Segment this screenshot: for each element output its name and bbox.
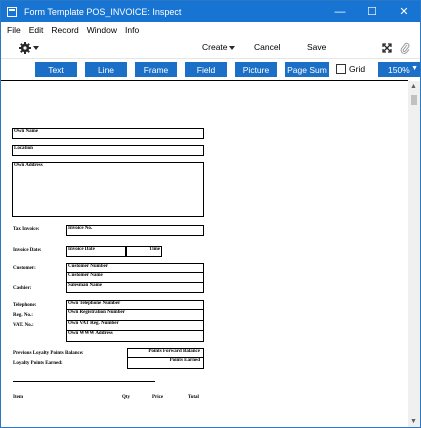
- reg-no-label: Reg. No.:: [13, 313, 33, 318]
- create-chevron-icon[interactable]: [229, 46, 235, 50]
- invoice-date-field[interactable]: Invoice Date: [66, 246, 126, 257]
- frame-button[interactable]: Frame: [135, 62, 177, 77]
- cancel-button[interactable]: Cancel: [254, 42, 280, 52]
- menu-window[interactable]: Window: [87, 25, 117, 35]
- time-field[interactable]: Time: [126, 246, 162, 257]
- window-app-icon: [7, 6, 17, 17]
- expand-icon[interactable]: [382, 43, 392, 53]
- own-www-field[interactable]: Own WWW Address: [66, 331, 204, 342]
- customer-label: Customer:: [13, 266, 36, 271]
- insert-bar: Text Line Frame Field Picture Page Sum G…: [1, 59, 420, 80]
- points-forward-field[interactable]: Points Forward Balance: [127, 348, 204, 358]
- scroll-down-icon[interactable]: ▼: [410, 418, 417, 425]
- customer-name-field[interactable]: Customer Name: [66, 273, 204, 283]
- template-canvas[interactable]: Own Name Location Own Address Tax Invoic…: [1, 80, 408, 427]
- points-earned-field[interactable]: Points Earned: [127, 358, 204, 369]
- menu-record[interactable]: Record: [51, 25, 78, 35]
- loyalty-earned-label: Loyalty Points Earned:: [13, 361, 63, 366]
- tax-invoice-label: Tax Invoice:: [13, 227, 40, 232]
- separator-line[interactable]: [13, 381, 155, 382]
- own-name-field[interactable]: Own Name: [12, 128, 204, 139]
- cashier-label: Cashier:: [13, 286, 32, 291]
- column-total-header: Total: [188, 395, 199, 400]
- form-template-window: Form Template POS_INVOICE: Inspect — ☐ ✕…: [0, 0, 421, 428]
- text-button[interactable]: Text: [35, 62, 77, 77]
- gear-icon[interactable]: [18, 41, 32, 55]
- toolbar: Create Cancel Save: [1, 37, 420, 59]
- zoom-value: 150%: [388, 64, 410, 75]
- picture-button[interactable]: Picture: [235, 62, 277, 77]
- zoom-select[interactable]: 150% ▼: [378, 62, 420, 77]
- maximize-button[interactable]: ☐: [356, 1, 388, 22]
- menu-bar: File Edit Record Window Info: [1, 22, 420, 37]
- grid-checkbox[interactable]: [336, 64, 346, 74]
- scroll-up-icon[interactable]: ▲: [410, 83, 417, 90]
- column-price-header: Price: [152, 395, 164, 400]
- window-title: Form Template POS_INVOICE: Inspect: [24, 6, 182, 17]
- chevron-down-icon: ▼: [411, 65, 418, 72]
- attachment-icon[interactable]: [400, 42, 410, 54]
- own-telephone-field[interactable]: Own Telephone Number: [66, 300, 204, 310]
- invoice-no-field[interactable]: Invoice No.: [66, 225, 204, 236]
- location-field[interactable]: Location: [12, 145, 204, 156]
- menu-edit[interactable]: Edit: [29, 25, 44, 35]
- close-button[interactable]: ✕: [388, 1, 420, 22]
- page-sum-button[interactable]: Page Sum: [285, 62, 329, 77]
- telephone-label: Telephone:: [13, 303, 37, 308]
- column-item-header: Item: [13, 395, 23, 400]
- field-button[interactable]: Field: [185, 62, 227, 77]
- menu-file[interactable]: File: [7, 25, 21, 35]
- save-button[interactable]: Save: [307, 42, 326, 52]
- vertical-scrollbar[interactable]: ▲ ▼: [408, 81, 420, 427]
- menu-info[interactable]: Info: [125, 25, 139, 35]
- salesman-name-field[interactable]: Salesman Name: [66, 283, 204, 293]
- own-vat-field[interactable]: Own VAT Reg. Number: [66, 321, 204, 331]
- column-qty-header: Qty: [122, 395, 131, 400]
- title-bar: Form Template POS_INVOICE: Inspect — ☐ ✕: [1, 1, 420, 22]
- grid-label: Grid: [349, 64, 366, 74]
- invoice-date-label: Invoice Date:: [13, 248, 42, 253]
- minimize-button[interactable]: —: [324, 1, 356, 22]
- chevron-down-icon[interactable]: [33, 46, 39, 50]
- vat-no-label: VAT. No.:: [13, 323, 34, 328]
- create-button[interactable]: Create: [202, 42, 228, 52]
- customer-number-field[interactable]: Customer Number: [66, 263, 204, 273]
- previous-loyalty-label: Previous Loyalty Points Balance:: [13, 351, 84, 356]
- line-button[interactable]: Line: [85, 62, 127, 77]
- own-registration-field[interactable]: Own Registration Number: [66, 310, 204, 321]
- scroll-thumb[interactable]: [411, 95, 417, 105]
- own-address-field[interactable]: Own Address: [12, 162, 204, 217]
